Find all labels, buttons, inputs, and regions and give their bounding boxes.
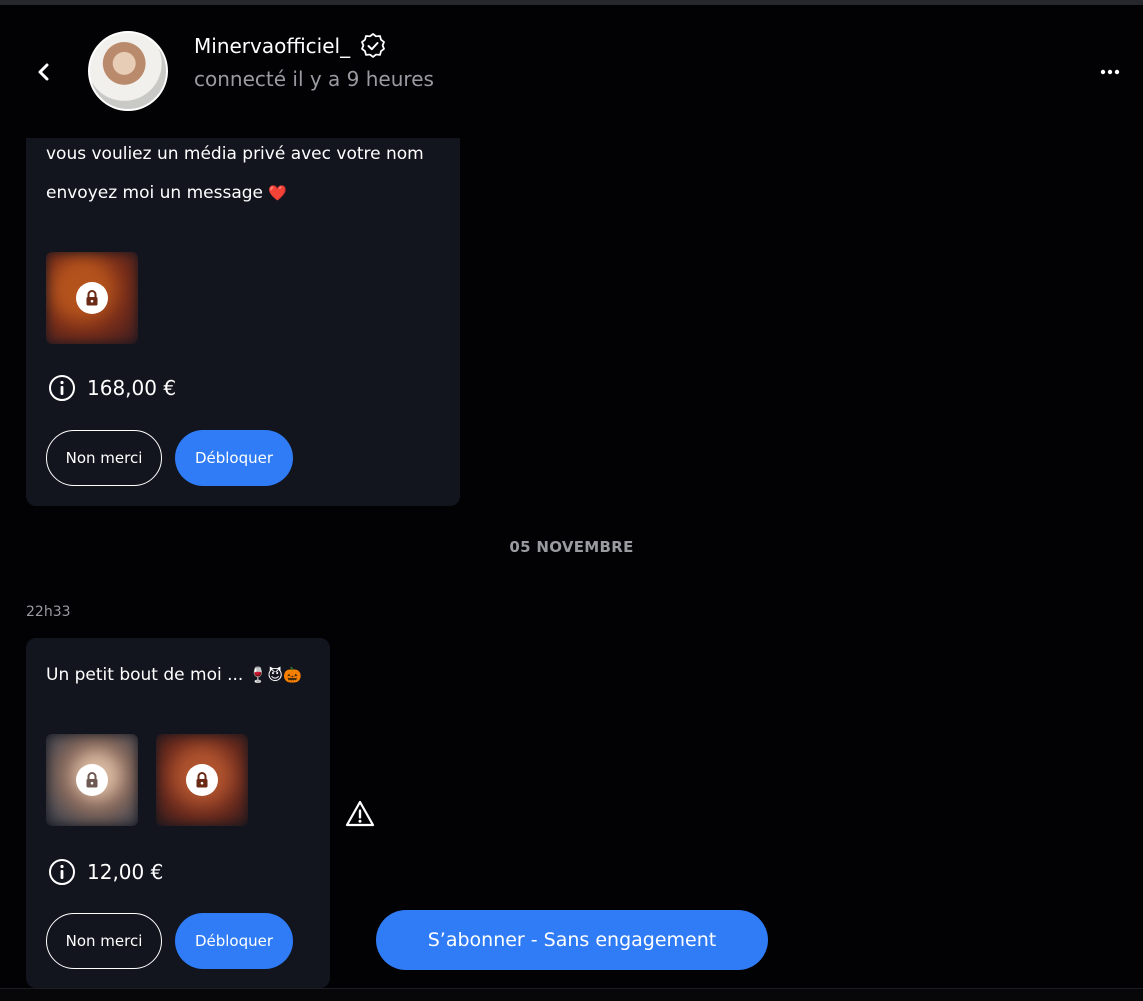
top-border	[0, 0, 1143, 5]
bottom-border	[0, 988, 1143, 1001]
message-bubble: Un petit bout de moi ... 🍷😈🎃 12,00 € Non…	[26, 638, 330, 988]
chevron-left-icon	[38, 63, 49, 81]
lock-icon	[196, 772, 208, 788]
price-row: 168,00 €	[48, 374, 176, 402]
report-button[interactable]	[344, 798, 376, 830]
back-button[interactable]	[28, 56, 60, 88]
lock-badge	[76, 764, 108, 796]
date-separator: 05 NOVEMBRE	[509, 538, 634, 556]
more-options-button[interactable]	[1096, 60, 1124, 84]
unlock-button[interactable]: Débloquer	[175, 913, 293, 969]
info-icon[interactable]	[48, 858, 76, 886]
locked-media-thumbnail[interactable]	[156, 734, 248, 826]
message-text-line: Un petit bout de moi ... 🍷😈🎃	[46, 656, 302, 695]
locked-media-thumbnail[interactable]	[46, 734, 138, 826]
lock-icon	[86, 290, 98, 306]
emoji-group: 🍷😈🎃	[248, 666, 302, 684]
username: Minervaofficiel_	[194, 34, 351, 58]
price: 12,00 €	[87, 860, 164, 884]
info-icon[interactable]	[48, 374, 76, 402]
locked-media-thumbnail[interactable]	[46, 252, 138, 344]
message-text: envoyez moi un message	[46, 183, 263, 203]
more-horizontal-icon	[1100, 69, 1120, 75]
online-status: connecté il y a 9 heures	[194, 67, 434, 91]
unlock-button[interactable]: Débloquer	[175, 430, 293, 486]
avatar[interactable]	[88, 31, 168, 111]
message-text-line-2: envoyez moi un message ❤️	[46, 174, 287, 213]
price-row: 12,00 €	[48, 858, 163, 886]
decline-button[interactable]: Non merci	[46, 913, 162, 969]
verified-badge-icon	[361, 33, 385, 58]
lock-icon	[86, 772, 98, 788]
message-text-line-1: vous vouliez un média privé avec votre n…	[46, 144, 424, 164]
heart-emoji: ❤️	[268, 184, 288, 202]
price: 168,00 €	[87, 376, 177, 400]
subscribe-button[interactable]: S’abonner - Sans engagement	[376, 910, 768, 970]
message-bubble: vous vouliez un média privé avec votre n…	[26, 138, 460, 506]
message-time: 22h33	[26, 604, 71, 620]
message-text: Un petit bout de moi ...	[46, 665, 244, 685]
decline-button[interactable]: Non merci	[46, 430, 162, 486]
lock-badge	[186, 764, 218, 796]
lock-badge	[76, 282, 108, 314]
warning-icon	[345, 800, 375, 827]
profile-name-row[interactable]: Minervaofficiel_	[194, 33, 386, 59]
